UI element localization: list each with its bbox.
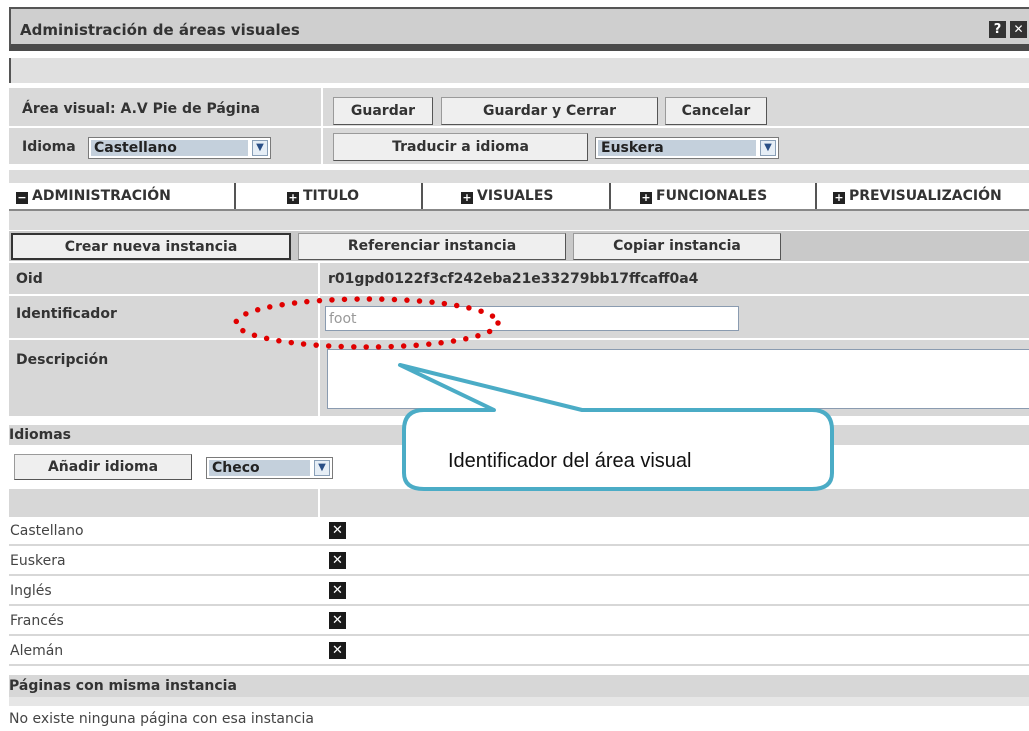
plus-icon: + [640,191,652,204]
row-divider [9,634,1029,636]
pages-empty-message: No existe ninguna página con esa instanc… [9,711,315,727]
save-button[interactable]: Guardar [333,97,433,125]
minus-icon: − [16,191,28,204]
language-select-value: Castellano [91,140,248,156]
plus-icon: + [833,191,845,204]
translate-target-select[interactable]: Euskera ▼ [595,137,779,159]
language-name: Euskera [10,553,66,569]
tab-label: ADMINISTRACIÓN [32,188,171,204]
callout-bubble [398,363,834,491]
plus-icon: + [461,191,473,204]
tab-separator [421,183,423,209]
tab-funcionales[interactable]: + FUNCIONALES [640,183,767,209]
add-language-select[interactable]: Checo ▼ [206,457,333,479]
language-name: Francés [10,613,64,629]
help-icon[interactable]: ? [989,21,1006,38]
row-divider [9,544,1029,546]
oid-value: r01gpd0122f3cf242eba21e33279bb17ffcaff0a… [328,271,699,287]
window-title: Administración de áreas visuales [20,21,300,39]
plus-icon: + [287,191,299,204]
row-divider [9,574,1029,576]
delete-icon[interactable]: ✕ [329,612,346,629]
tab-label: FUNCIONALES [656,188,768,204]
reference-instance-button[interactable]: Referenciar instancia [298,233,566,260]
tab-separator [815,183,817,209]
table-col-divider [318,489,320,517]
language-name: Alemán [10,643,64,659]
language-select[interactable]: Castellano ▼ [88,137,271,159]
translate-target-value: Euskera [598,140,756,156]
chevron-down-icon: ▼ [252,140,268,156]
oid-label: Oid [16,271,43,287]
pages-subheader [9,697,1029,706]
tab-underline [9,209,1029,211]
tab-titulo[interactable]: + TITULO [287,183,359,209]
add-language-select-value: Checo [209,460,310,476]
tab-administracion[interactable]: − ADMINISTRACIÓN [16,183,171,209]
tab-separator [609,183,611,209]
save-close-button[interactable]: Guardar y Cerrar [441,97,658,125]
chevron-down-icon: ▼ [760,140,776,156]
tab-label: TITULO [303,188,359,204]
chevron-down-icon: ▼ [314,460,330,476]
language-label: Idioma [22,139,76,155]
translate-button[interactable]: Traducir a idioma [333,133,588,161]
pages-title: Páginas con misma instancia [9,678,237,694]
delete-icon[interactable]: ✕ [329,642,346,659]
row-divider [9,604,1029,606]
callout-text: Identificador del área visual [448,450,692,472]
cancel-button[interactable]: Cancelar [665,97,767,125]
language-name: Inglés [10,583,52,599]
tab-visuales[interactable]: + VISUALES [461,183,553,209]
delete-icon[interactable]: ✕ [329,552,346,569]
row-divider [9,664,1029,666]
description-label: Descripción [16,352,109,368]
languages-title: Idiomas [9,427,72,443]
language-name: Castellano [10,523,84,539]
form-row-divider [9,338,1029,340]
delete-icon[interactable]: ✕ [329,582,346,599]
toolbar-strip [9,58,1029,83]
title-bar: Administración de áreas visuales ? ✕ [9,7,1029,51]
create-instance-button[interactable]: Crear nueva instancia [11,233,291,260]
area-visual-label: Área visual: A.V Pie de Página [22,101,261,117]
copy-instance-button[interactable]: Copiar instancia [573,233,781,260]
tab-previsualizacion[interactable]: + PREVISUALIZACIÓN [833,183,1002,209]
identifier-label: Identificador [16,306,117,322]
tab-separator [234,183,236,209]
delete-icon[interactable]: ✕ [329,522,346,539]
highlight-ellipse [233,296,501,350]
close-icon[interactable]: ✕ [1010,21,1027,38]
header-row-divider [9,126,1029,128]
tab-label: PREVISUALIZACIÓN [849,188,1002,204]
form-row-divider [9,294,1029,296]
tab-label: VISUALES [477,188,554,204]
add-language-button[interactable]: Añadir idioma [14,454,192,480]
